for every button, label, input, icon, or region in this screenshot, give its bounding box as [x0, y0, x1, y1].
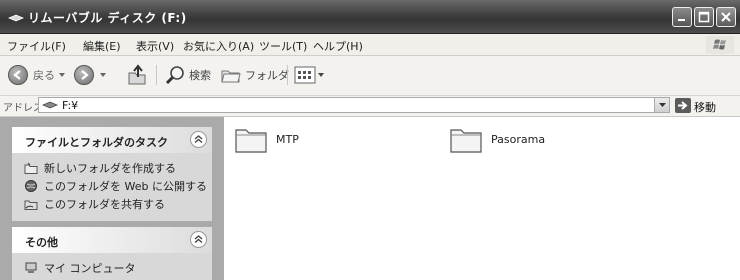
task-share-folder[interactable]: このフォルダを共有する	[24, 197, 165, 211]
up-folder-icon	[128, 64, 146, 85]
collapse-button[interactable]	[190, 231, 207, 248]
back-label: 戻る	[33, 69, 55, 82]
menu-view[interactable]: 表示(V)	[136, 38, 174, 54]
panel-header[interactable]: その他	[12, 227, 212, 253]
task-pane: ファイルとフォルダのタスク 新しいフォルダを作成する このフォルダを Web に…	[0, 117, 224, 280]
task-new-folder[interactable]: 新しいフォルダを作成する	[24, 161, 176, 175]
folder-name: Pasorama	[491, 132, 546, 146]
menu-tools[interactable]: ツール(T)	[259, 38, 307, 54]
go-button[interactable]	[675, 98, 691, 113]
drive-icon	[42, 101, 58, 109]
folder-item-pasorama[interactable]: Pasorama	[449, 124, 545, 154]
menu-favorites[interactable]: お気に入り(A)	[183, 38, 254, 54]
back-arrow-icon	[8, 65, 28, 85]
close-icon	[721, 12, 731, 22]
menu-bar: ファイル(F) 編集(E) 表示(V) お気に入り(A) ツール(T) ヘルプ(…	[0, 34, 740, 56]
maximize-button[interactable]	[694, 7, 714, 27]
my-computer-icon	[25, 262, 37, 273]
minimize-button[interactable]	[672, 7, 692, 27]
folder-icon	[235, 129, 267, 153]
chevron-down-icon	[659, 103, 666, 107]
forward-button[interactable]	[74, 64, 106, 86]
view-grid-icon	[294, 66, 316, 84]
minimize-icon	[678, 19, 685, 21]
place-my-computer[interactable]: マイ コンピュータ	[24, 261, 136, 275]
go-label[interactable]: 移動	[694, 99, 716, 115]
drive-icon	[8, 14, 24, 22]
chevron-down-icon	[100, 73, 106, 77]
folders-icon	[221, 70, 241, 83]
task-publish-web[interactable]: このフォルダを Web に公開する	[24, 179, 207, 193]
up-folder-button[interactable]	[126, 64, 148, 86]
task-label: このフォルダを Web に公開する	[44, 180, 207, 193]
new-folder-icon	[24, 162, 38, 174]
panel-header[interactable]: ファイルとフォルダのタスク	[12, 127, 212, 153]
address-input[interactable]: F:¥	[38, 97, 670, 113]
close-button[interactable]	[716, 7, 736, 27]
chevron-down-icon	[318, 73, 324, 77]
search-button[interactable]: 検索	[164, 64, 211, 86]
folder-item-mtp[interactable]: MTP	[234, 124, 299, 154]
menu-edit[interactable]: 編集(E)	[83, 38, 121, 54]
file-folder-tasks-panel: ファイルとフォルダのタスク 新しいフォルダを作成する このフォルダを Web に…	[12, 127, 212, 221]
collapse-button[interactable]	[190, 131, 207, 148]
panel-title: その他	[25, 236, 58, 249]
windows-logo-icon	[706, 36, 734, 54]
address-bar: アドレス(D) F:¥ 移動	[0, 96, 740, 117]
maximize-icon	[698, 11, 710, 23]
views-button[interactable]	[294, 64, 324, 86]
search-label: 検索	[189, 69, 211, 82]
globe-icon	[25, 180, 37, 192]
toolbar: 戻る 検索 フォルダ	[0, 56, 740, 96]
folders-button[interactable]: フォルダ	[220, 64, 289, 86]
folders-label: フォルダ	[245, 69, 289, 82]
file-list-area[interactable]: MTP Pasorama	[224, 117, 740, 280]
title-bar: リムーバブル ディスク (F:)	[0, 0, 740, 34]
task-label: 新しいフォルダを作成する	[44, 162, 176, 175]
forward-arrow-icon	[74, 65, 94, 85]
double-chevron-up-icon	[194, 235, 203, 244]
chevron-down-icon	[59, 73, 65, 77]
share-folder-icon	[24, 200, 38, 210]
go-arrow-icon	[678, 101, 688, 110]
window-title: リムーバブル ディスク (F:)	[28, 11, 187, 25]
address-value: F:¥	[62, 99, 79, 112]
menu-help[interactable]: ヘルプ(H)	[313, 38, 363, 54]
panel-title: ファイルとフォルダのタスク	[25, 136, 168, 149]
place-label: マイ コンピュータ	[44, 262, 136, 275]
search-icon	[165, 66, 184, 85]
address-dropdown-button[interactable]	[654, 98, 669, 112]
back-button[interactable]: 戻る	[8, 64, 65, 86]
folder-icon	[450, 129, 482, 153]
menu-file[interactable]: ファイル(F)	[7, 38, 66, 54]
folder-name: MTP	[276, 132, 299, 146]
other-places-panel: その他 マイ コンピュータ	[12, 227, 212, 280]
double-chevron-up-icon	[194, 135, 203, 144]
task-label: このフォルダを共有する	[44, 198, 165, 211]
